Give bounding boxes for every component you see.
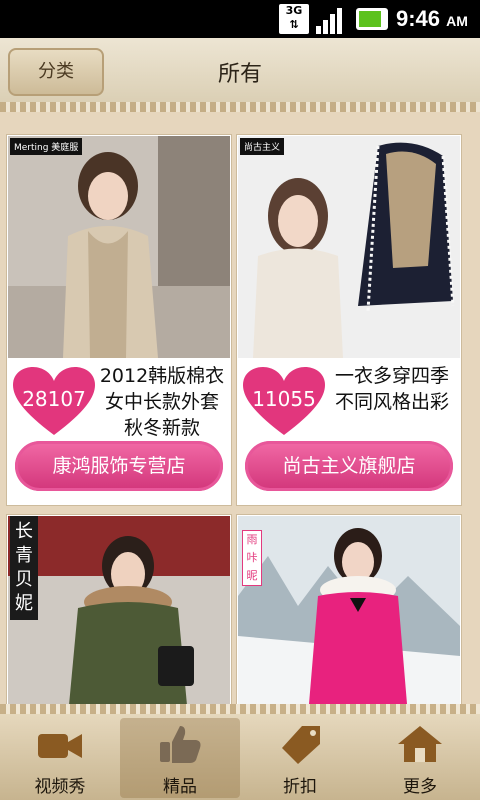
shop-button[interactable]: 尚古主义旗舰店: [245, 441, 453, 491]
product-photo[interactable]: 长青贝妮: [8, 516, 230, 704]
signal-strength-icon: [316, 4, 348, 34]
product-photo[interactable]: Merting 美庭服: [8, 136, 230, 358]
clock-ampm: AM: [446, 13, 468, 29]
product-description: 2012韩版棉衣女中长款外套 秋冬新款: [99, 365, 225, 439]
nav-discount[interactable]: 折扣: [240, 718, 360, 798]
brand-logo: 尚古主义: [240, 138, 285, 155]
home-icon: [398, 726, 442, 762]
brand-logo: 长青贝妮: [10, 516, 38, 620]
bottom-stitching: [0, 704, 480, 714]
video-camera-icon: [38, 734, 82, 758]
network-label: 3G: [285, 4, 303, 17]
clock: 9:46 AM: [396, 6, 468, 32]
brand-logo: Merting 美庭服: [10, 138, 83, 155]
battery-icon: [356, 8, 388, 30]
header-stitching: [0, 102, 480, 112]
page-title: 所有: [217, 62, 262, 87]
product-card[interactable]: Merting 美庭服 28107 2012韩版棉衣女中长款外套 秋冬新款 康鸿…: [6, 134, 232, 506]
status-bar: 3G ⇅ 9:46 AM: [0, 0, 480, 38]
product-grid[interactable]: Merting 美庭服 28107 2012韩版棉衣女中长款外套 秋冬新款 康鸿…: [0, 112, 480, 704]
nav-more[interactable]: 更多: [360, 718, 480, 798]
product-photo[interactable]: 尚古主义: [238, 136, 460, 358]
product-card[interactable]: 雨咔昵: [236, 514, 462, 704]
price-tag-icon: [282, 726, 320, 764]
shop-button[interactable]: 康鸿服饰专营店: [15, 441, 223, 491]
product-photo[interactable]: 雨咔昵: [238, 516, 460, 704]
nav-label: 更多: [403, 777, 437, 797]
product-card[interactable]: 尚古主义 11055 一衣多穿四季不同风格出彩 尚古主义旗舰店: [236, 134, 462, 506]
product-card[interactable]: 长青贝妮: [6, 514, 232, 704]
likes-badge: 28107: [13, 367, 95, 437]
nav-label: 精品: [163, 777, 197, 797]
likes-count: 28107: [22, 387, 86, 411]
app-header: 分类 所有: [0, 38, 480, 112]
likes-count: 11055: [252, 387, 316, 411]
nav-featured[interactable]: 精品: [120, 718, 240, 798]
nav-video-show[interactable]: 视频秀: [0, 718, 120, 798]
clock-time: 9:46: [396, 6, 441, 31]
brand-logo: 雨咔昵: [242, 530, 262, 586]
likes-badge: 11055: [243, 367, 325, 437]
thumbs-up-icon: [160, 726, 201, 763]
product-description: 一衣多穿四季不同风格出彩: [334, 365, 449, 413]
nav-label: 视频秀: [34, 777, 86, 797]
bottom-navigation: 视频秀 精品 折扣 更多: [0, 704, 480, 800]
network-3g-icon: 3G ⇅: [279, 4, 309, 34]
nav-label: 折扣: [283, 777, 317, 797]
